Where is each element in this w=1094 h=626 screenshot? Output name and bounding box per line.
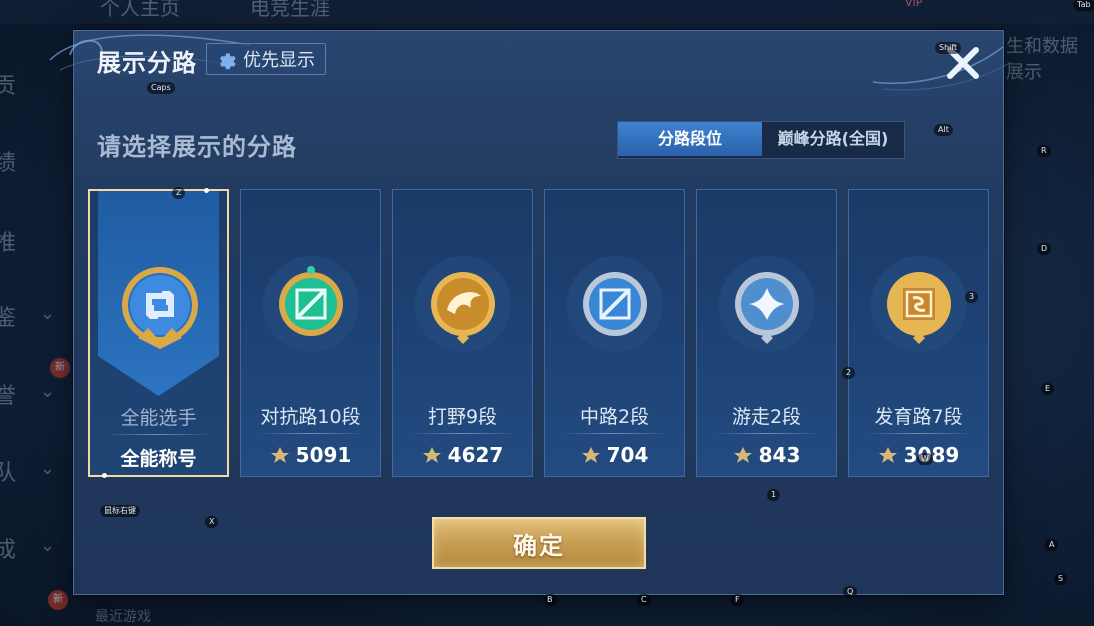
bg-side-item-3: 鉴 [0,306,17,331]
jungle-emblem-icon [415,256,511,352]
rank-points-icon [270,447,289,463]
lane-card-label: 全能选手 [120,407,197,429]
key-hint-f: F [731,594,744,606]
key-hint-alt: Alt [934,124,953,136]
bg-chevron-down-icon: ⌄ [40,458,56,479]
confirm-button[interactable]: 确定 [432,517,646,569]
lane-card-score-value: 704 [606,443,649,467]
key-hint-tab: Tab [1073,0,1094,11]
rank-points-icon [581,447,600,463]
bg-side-item-4: 誉 [0,384,17,409]
key-hint-q: Q [843,586,858,598]
priority-display-button[interactable]: 优先显示 [206,43,326,75]
corner-dot [204,188,209,193]
bg-bottom-text: 最近游戏 [95,609,151,625]
bg-side-item-6: 成 [0,538,17,563]
lane-card-label: 中路2段 [579,406,650,428]
mid-lane-emblem-icon [567,256,663,352]
bg-chevron-down-icon: ⌄ [40,381,56,402]
lane-card-score: 4627 [393,443,532,467]
tab-peak-lane[interactable]: 巅峰分路(全国) [762,122,904,156]
card-divider [407,433,518,434]
lane-card-title: 全能称号 [120,448,197,470]
lane-card-all-round[interactable]: 全能选手 全能称号 [88,188,229,478]
card-divider [255,433,366,434]
priority-display-label: 优先显示 [243,50,315,71]
bg-side-item-2: 推 [0,231,17,256]
card-divider [711,433,822,434]
bg-new-badge: 新 [48,590,68,610]
key-hint-b: B [543,594,557,606]
rank-points-icon [422,447,441,463]
lane-card-label: 发育路7段 [874,406,963,428]
lane-card-label: 打野9段 [427,406,498,428]
card-divider [559,433,670,434]
key-hint-1: 1 [767,489,781,501]
clash-lane-emblem-icon [263,256,359,352]
lane-card-score: 843 [697,443,836,467]
bg-right-text: 生和数据展示 [1006,36,1078,83]
lane-card-score: 5091 [241,443,380,467]
lane-card-jungle[interactable]: 打野9段 4627 [392,189,533,477]
lane-card-label: 游走2段 [731,406,802,428]
lane-card-mid[interactable]: 中路2段 704 [544,189,685,477]
bg-chevron-down-icon: ⌄ [40,535,56,556]
key-hint-d: D [1037,243,1052,255]
key-hint-shift: Shift [935,42,962,54]
lane-card-score-value: 5091 [295,443,352,467]
bg-new-badge: 新 [50,358,70,378]
gear-icon [219,53,236,70]
bg-side-item-5: 队 [0,461,17,486]
lane-tabs: 分路段位 巅峰分路(全国) [617,121,905,159]
all-round-emblem-icon [122,267,198,349]
lane-card-label: 对抗路10段 [260,406,361,428]
bg-side-item-1: 绩 [0,151,17,176]
lane-card-clash[interactable]: 对抗路10段 5091 [240,189,381,477]
lane-card-score: 704 [545,443,684,467]
lane-card-score-value: 4627 [447,443,504,467]
key-hint-r: R [1037,145,1051,157]
key-hint-caps: Caps [147,82,175,94]
dialog-subtitle: 请选择展示的分路 [97,133,297,161]
lane-card-farm[interactable]: 发育路7段 3089 [848,189,989,477]
corner-dot [102,473,107,478]
roam-emblem-icon [719,256,815,352]
lane-display-dialog: 展示分路 优先显示 请选择展示的分路 分路段位 巅峰分路(全国) 全能选手 全能… [49,30,1012,595]
rank-points-icon [733,447,752,463]
lane-card-roam[interactable]: 游走2段 843 [696,189,837,477]
card-divider [104,434,213,435]
dialog-header: 展示分路 优先显示 [49,31,1012,95]
tab-lane-rank[interactable]: 分路段位 [618,122,762,156]
bg-tab-esports: 电竞生涯 [250,0,330,20]
key-hint-c: C [637,594,651,606]
key-hint-2: 2 [842,367,856,379]
confirm-button-label: 确定 [513,531,565,560]
bg-chevron-down-icon: ⌄ [40,303,56,324]
card-divider [863,433,974,434]
dialog-title: 展示分路 [97,49,197,77]
key-hint-w: W [917,453,933,465]
rank-points-icon [878,447,897,463]
bg-vip-badge: VIP [905,0,923,9]
key-hint-3: 3 [965,291,979,303]
key-hint-mouse-right: 鼠标右键 [100,505,140,517]
bg-tab-profile: 个人主页 [100,0,180,20]
bg-side-item-0: 贡 [0,74,17,99]
key-hint-e: E [1041,383,1055,395]
lane-card-score-value: 843 [758,443,801,467]
key-hint-s: S [1054,573,1068,585]
key-hint-a: A [1045,539,1059,551]
farm-lane-emblem-icon [871,256,967,352]
